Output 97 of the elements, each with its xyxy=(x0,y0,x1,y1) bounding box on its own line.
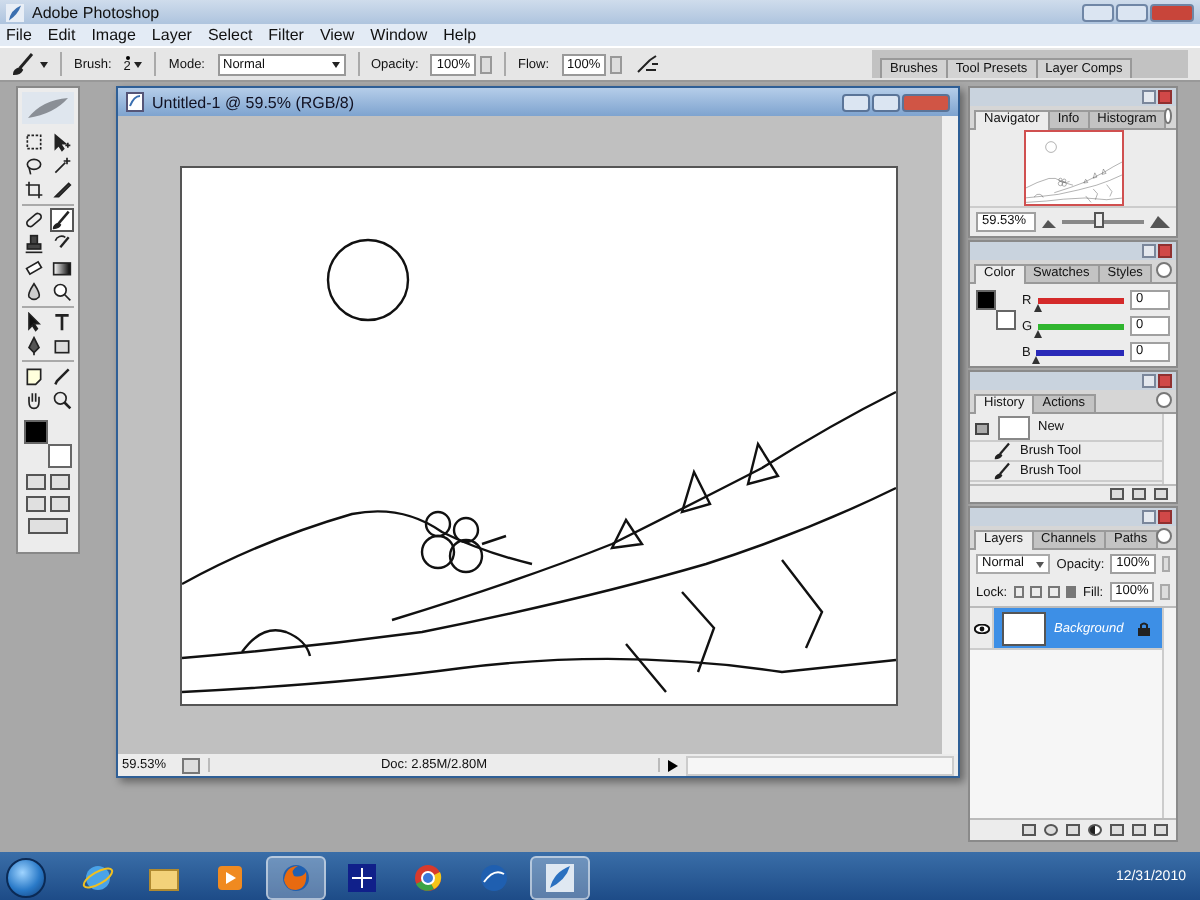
standard-mode-icon[interactable] xyxy=(26,474,46,490)
arrow-icon[interactable] xyxy=(22,310,46,334)
slice-icon[interactable] xyxy=(50,178,74,202)
minimize-button[interactable] xyxy=(1142,510,1156,524)
caret-icon[interactable] xyxy=(40,61,48,67)
vertical-scrollbar[interactable] xyxy=(1162,608,1176,818)
lock-all-icon[interactable] xyxy=(1065,586,1077,598)
menu-item[interactable]: Window xyxy=(370,26,428,44)
menu-item[interactable]: Help xyxy=(443,26,477,44)
lock-transparency-icon[interactable] xyxy=(1013,586,1025,598)
mask-icon[interactable] xyxy=(1066,824,1080,836)
new-document-icon[interactable] xyxy=(1110,488,1124,500)
crop-icon[interactable] xyxy=(22,178,46,202)
camera-icon[interactable] xyxy=(1132,488,1146,500)
menu-item[interactable]: Image xyxy=(91,26,136,44)
palette-menu-icon[interactable] xyxy=(1156,262,1172,278)
wand-icon[interactable] xyxy=(50,154,74,178)
maximize-button[interactable] xyxy=(872,93,900,111)
slider-toggle-button[interactable] xyxy=(610,55,623,73)
globe-icon xyxy=(478,861,510,893)
zoom-in-icon[interactable] xyxy=(1150,216,1170,228)
link-icon[interactable] xyxy=(1022,824,1036,836)
palette-menu-icon[interactable] xyxy=(1164,108,1172,124)
menu-item[interactable]: View xyxy=(319,26,355,44)
horizontal-scrollbar[interactable] xyxy=(686,755,954,775)
minimize-button[interactable] xyxy=(1082,3,1114,21)
menu-item[interactable]: Layer xyxy=(151,26,192,44)
move-icon[interactable] xyxy=(50,130,74,154)
brush-icon xyxy=(994,442,1012,460)
stamp-icon[interactable] xyxy=(22,232,46,256)
brush-icon xyxy=(994,462,1012,480)
menu-item[interactable]: Edit xyxy=(47,26,76,44)
maximize-button[interactable] xyxy=(1116,3,1148,21)
quick-mask-icon[interactable] xyxy=(50,474,70,490)
airbrush-icon[interactable] xyxy=(634,52,661,76)
window-title: Adobe Photoshop xyxy=(32,3,160,21)
eyedropper-icon[interactable] xyxy=(50,364,74,388)
vertical-scrollbar[interactable] xyxy=(942,116,958,754)
vertical-scrollbar[interactable] xyxy=(1162,414,1176,484)
new-layer-icon[interactable] xyxy=(1132,824,1146,836)
marquee-icon[interactable] xyxy=(22,130,46,154)
document-icon xyxy=(126,92,144,112)
palette-menu-icon[interactable] xyxy=(1156,528,1172,544)
menu-item[interactable]: File xyxy=(6,26,32,44)
lasso-icon[interactable] xyxy=(22,154,46,178)
layer-thumbnail xyxy=(1002,611,1046,645)
type-icon[interactable] xyxy=(50,310,74,334)
feather-icon xyxy=(544,861,576,893)
globe-icon xyxy=(280,861,312,893)
ring-icon xyxy=(412,861,444,893)
background-color-swatch[interactable] xyxy=(996,310,1016,330)
folder-icon[interactable] xyxy=(1110,824,1124,836)
brush-icon[interactable] xyxy=(50,208,74,232)
lock-pixels-icon[interactable] xyxy=(1030,586,1043,598)
eye-icon[interactable] xyxy=(973,623,989,633)
minimize-button[interactable] xyxy=(1142,244,1156,258)
layer-style-icon[interactable] xyxy=(1044,824,1058,836)
zoom-icon[interactable] xyxy=(50,388,74,412)
snapshot-icon xyxy=(974,419,990,435)
lock-position-icon[interactable] xyxy=(1048,586,1060,598)
start-button[interactable] xyxy=(6,857,46,897)
caret-icon[interactable] xyxy=(134,61,143,67)
snapshot-thumbnail[interactable] xyxy=(998,415,1030,439)
menu-item[interactable]: Filter xyxy=(268,26,304,44)
menu-item[interactable]: Select xyxy=(207,26,253,44)
status-icon[interactable] xyxy=(182,757,200,773)
gradient-icon[interactable] xyxy=(50,256,74,280)
globe-icon xyxy=(82,861,114,893)
trash-icon[interactable] xyxy=(1154,488,1168,500)
palette-menu-icon[interactable] xyxy=(1156,392,1172,408)
zoom-out-icon[interactable] xyxy=(1042,217,1056,227)
bandage-icon[interactable] xyxy=(22,208,46,232)
brush-icon[interactable] xyxy=(12,52,36,76)
foreground-color-swatch[interactable] xyxy=(24,420,48,444)
slider-toggle-button[interactable] xyxy=(479,55,492,73)
minimize-button[interactable] xyxy=(1142,374,1156,388)
close-button[interactable] xyxy=(902,93,950,111)
minimize-button[interactable] xyxy=(842,93,870,111)
foreground-color-swatch[interactable] xyxy=(976,290,996,310)
minimize-button[interactable] xyxy=(1142,90,1156,104)
close-button[interactable] xyxy=(1150,3,1194,21)
dodge-icon[interactable] xyxy=(50,280,74,304)
navigator-thumbnail[interactable] xyxy=(1023,130,1123,206)
background-color-swatch[interactable] xyxy=(48,444,72,468)
hand-icon[interactable] xyxy=(22,388,46,412)
adjustment-icon[interactable] xyxy=(1088,824,1102,836)
pen-icon[interactable] xyxy=(22,334,46,358)
slider-thumb[interactable] xyxy=(1094,212,1105,228)
slider-thumb[interactable] xyxy=(1033,303,1042,311)
rectangle-icon[interactable] xyxy=(50,334,74,358)
drop-icon[interactable] xyxy=(22,280,46,304)
note-icon[interactable] xyxy=(22,364,46,388)
trash-icon[interactable] xyxy=(1154,824,1168,836)
eraser-icon[interactable] xyxy=(22,256,46,280)
slider-thumb[interactable] xyxy=(1034,329,1043,337)
document-title: Untitled-1 @ 59.5% (RGB/8) xyxy=(152,93,355,111)
play-icon xyxy=(214,861,246,893)
